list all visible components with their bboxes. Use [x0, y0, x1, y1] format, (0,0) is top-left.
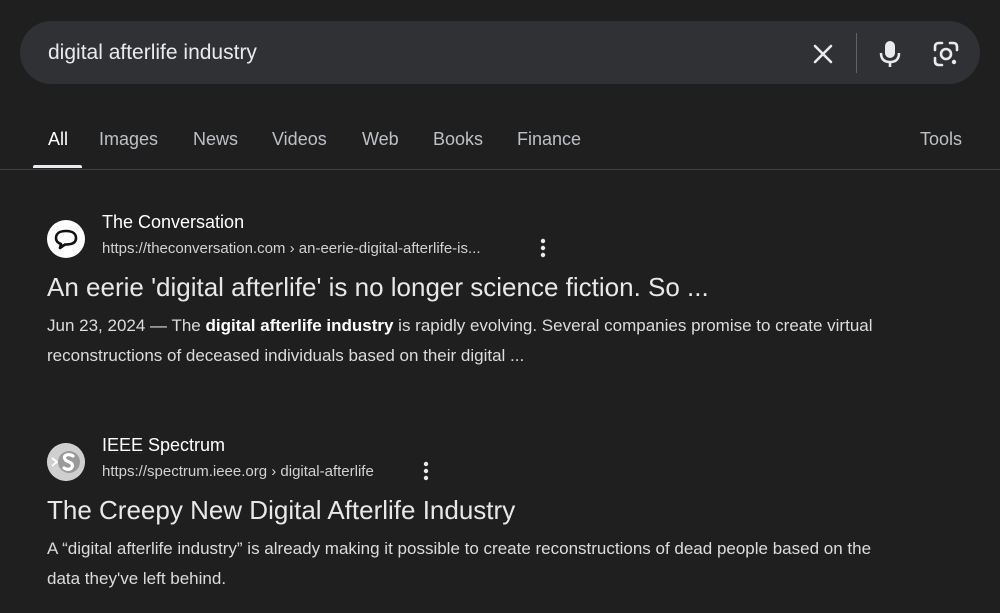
- search-tabs: All Images News Videos Web Books Finance…: [0, 118, 1000, 170]
- tab-books[interactable]: Books: [433, 129, 483, 150]
- searchbar-divider: [856, 33, 857, 73]
- tab-news[interactable]: News: [193, 129, 238, 150]
- site-favicon: [47, 220, 85, 258]
- search-input[interactable]: [48, 39, 748, 67]
- site-url: https://spectrum.ieee.org › digital-afte…: [102, 463, 374, 480]
- site-url: https://theconversation.com › an-eerie-d…: [102, 240, 481, 257]
- speech-bubble-icon: [54, 229, 78, 250]
- result-site-header[interactable]: IEEE Spectrum https://spectrum.ieee.org …: [47, 435, 947, 483]
- site-favicon: [47, 443, 85, 481]
- microphone-icon: [879, 41, 901, 67]
- tab-videos[interactable]: Videos: [272, 129, 327, 150]
- result-title-link[interactable]: The Creepy New Digital Afterlife Industr…: [47, 495, 515, 526]
- tab-all[interactable]: All: [48, 129, 68, 150]
- more-options-button[interactable]: [534, 237, 552, 259]
- tab-images[interactable]: Images: [99, 129, 158, 150]
- search-bar: [20, 21, 980, 84]
- voice-search-button[interactable]: [873, 37, 907, 71]
- three-dots-vertical-icon: [423, 461, 429, 481]
- result-snippet: Jun 23, 2024 — The digital afterlife ind…: [47, 311, 907, 371]
- more-options-button[interactable]: [417, 460, 435, 482]
- search-results-page: All Images News Videos Web Books Finance…: [0, 0, 1000, 613]
- tab-finance[interactable]: Finance: [517, 129, 581, 150]
- result-title-link[interactable]: An eerie 'digital afterlife' is no longe…: [47, 272, 709, 303]
- ieee-spectrum-logo-icon: [47, 443, 85, 481]
- image-search-button[interactable]: [929, 37, 963, 71]
- tabs-divider: [0, 169, 1000, 170]
- snippet-highlight: digital afterlife industry: [205, 316, 394, 335]
- site-name: IEEE Spectrum: [102, 435, 226, 455]
- search-result: IEEE Spectrum https://spectrum.ieee.org …: [47, 435, 947, 588]
- result-snippet: A “digital afterlife industry” is alread…: [47, 539, 872, 588]
- tools-button[interactable]: Tools: [920, 129, 962, 150]
- result-site-header[interactable]: The Conversation https://theconversation…: [47, 212, 947, 260]
- clear-search-button[interactable]: [806, 37, 840, 71]
- google-lens-icon: [933, 41, 959, 67]
- site-name: The Conversation: [102, 212, 245, 232]
- active-tab-indicator: [33, 165, 82, 168]
- tab-web[interactable]: Web: [362, 129, 399, 150]
- close-icon: [813, 44, 833, 64]
- snippet-date: Jun 23, 2024 — The: [47, 316, 206, 335]
- search-result: The Conversation https://theconversation…: [47, 212, 947, 365]
- three-dots-vertical-icon: [540, 238, 546, 258]
